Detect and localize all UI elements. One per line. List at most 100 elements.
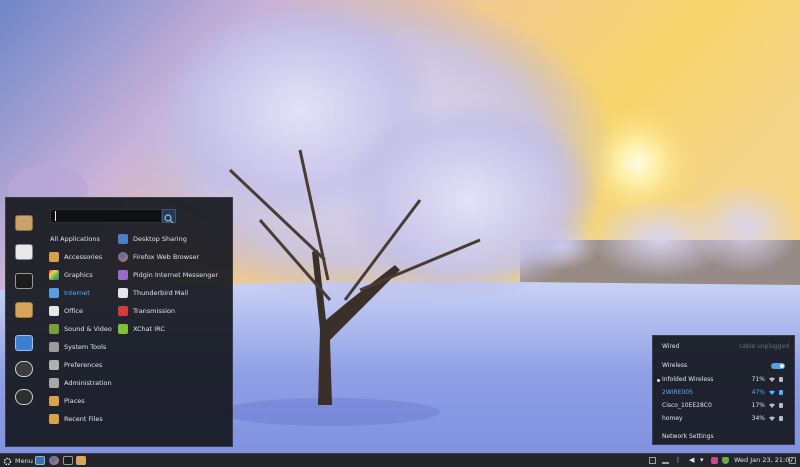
network-item[interactable]: homey 34% <box>653 413 794 425</box>
app-label: XChat IRC <box>133 325 165 333</box>
network-name: homey <box>662 415 683 422</box>
category-label: Office <box>64 307 83 315</box>
home-folder-icon[interactable] <box>15 244 33 260</box>
administration-icon <box>49 378 59 388</box>
network-name: Infolded Wireless <box>662 376 714 383</box>
app-label: Firefox Web Browser <box>133 253 200 261</box>
lock-icon <box>779 377 783 382</box>
network-strength: 17% <box>751 402 765 409</box>
internet-icon <box>49 288 59 298</box>
network-settings-item[interactable]: Network Settings <box>653 431 794 443</box>
bottom-panel: Menu ᛒ ◀ ▾ Wed Jan 23, 21:07 <box>0 453 800 467</box>
category-all-applications[interactable]: All Applications <box>50 231 100 247</box>
recent-files-folder-icon <box>49 414 59 424</box>
tray-notification-icon[interactable] <box>649 457 656 464</box>
connected-indicator-icon <box>657 379 660 382</box>
xchat-icon <box>118 324 128 334</box>
sound-video-icon <box>49 324 59 334</box>
terminal-icon[interactable] <box>15 273 33 289</box>
menu-button[interactable]: Menu <box>3 455 33 467</box>
category-label: Places <box>64 397 85 405</box>
network-name: 2WIRE005 <box>662 389 693 396</box>
category-recent-files[interactable]: Recent Files <box>49 411 103 427</box>
network-item[interactable]: Infolded Wireless 71% <box>653 374 794 386</box>
preferences-icon <box>49 360 59 370</box>
app-firefox[interactable]: Firefox Web Browser <box>118 249 199 265</box>
user-menu-icon[interactable] <box>789 457 796 464</box>
category-internet[interactable]: Internet <box>49 285 90 301</box>
network-strength: 47% <box>751 389 765 396</box>
package-icon[interactable] <box>15 215 33 231</box>
display-settings-icon[interactable] <box>15 335 33 351</box>
files-icon[interactable] <box>15 302 33 318</box>
category-label: Sound & Video <box>64 325 112 333</box>
category-label: Graphics <box>64 271 93 279</box>
category-label: Preferences <box>64 361 103 369</box>
gear-icon <box>3 457 12 465</box>
app-xchat[interactable]: XChat IRC <box>118 321 165 337</box>
accessories-icon <box>49 252 59 262</box>
terminal-launcher-icon[interactable] <box>63 456 73 465</box>
category-administration[interactable]: Administration <box>49 375 112 391</box>
network-item[interactable]: 2WIRE005 47% <box>653 387 794 399</box>
tray-volume-icon[interactable]: ◀ <box>689 457 696 464</box>
wireless-row[interactable]: Wireless <box>653 360 794 372</box>
tray-bluetooth-icon[interactable]: ᛒ <box>676 457 683 464</box>
network-menu: Wired cable unplugged Wireless Infolded … <box>652 335 795 445</box>
category-preferences[interactable]: Preferences <box>49 357 102 373</box>
network-name: Cisco_10EE28C0 <box>662 402 712 409</box>
category-label: Recent Files <box>64 415 103 423</box>
app-pidgin[interactable]: Pidgin Internet Messenger <box>118 267 218 283</box>
network-strength: 34% <box>751 415 765 422</box>
wireless-toggle[interactable] <box>771 363 785 369</box>
show-desktop-icon[interactable] <box>35 456 45 465</box>
category-sound-video[interactable]: Sound & Video <box>49 321 112 337</box>
tray-app-icon[interactable] <box>711 457 718 464</box>
wired-label: Wired <box>662 343 680 350</box>
shutdown-icon[interactable] <box>15 389 33 405</box>
places-folder-icon <box>49 396 59 406</box>
network-strength: 71% <box>751 376 765 383</box>
category-office[interactable]: Office <box>49 303 83 319</box>
wireless-label: Wireless <box>662 362 688 369</box>
application-menu: All Applications Accessories Graphics In… <box>5 197 233 447</box>
files-launcher-icon[interactable] <box>76 456 86 465</box>
category-system-tools[interactable]: System Tools <box>49 339 106 355</box>
search-icon[interactable] <box>162 209 176 224</box>
wifi-signal-icon <box>769 377 775 382</box>
category-places[interactable]: Places <box>49 393 85 409</box>
wifi-signal-icon <box>769 390 775 395</box>
system-tools-icon <box>49 342 59 352</box>
pidgin-icon <box>118 270 128 280</box>
favorites-column <box>6 198 44 446</box>
category-label: Administration <box>64 379 112 387</box>
lock-icon <box>779 416 783 421</box>
tray-keyboard-icon[interactable] <box>662 457 669 464</box>
app-transmission[interactable]: Transmission <box>118 303 175 319</box>
app-label: Thunderbird Mail <box>133 289 189 297</box>
menu-label: Menu <box>15 457 33 465</box>
lock-icon <box>779 390 783 395</box>
category-label: System Tools <box>64 343 107 351</box>
app-label: Desktop Sharing <box>133 235 187 243</box>
text-cursor <box>55 211 56 221</box>
tray-network-icon[interactable]: ▾ <box>700 457 707 464</box>
network-settings-label: Network Settings <box>662 433 714 440</box>
category-accessories[interactable]: Accessories <box>49 249 102 265</box>
logout-icon[interactable] <box>15 361 33 377</box>
category-graphics[interactable]: Graphics <box>49 267 93 283</box>
search-input[interactable] <box>50 209 162 223</box>
network-item[interactable]: Cisco_10EE28C0 17% <box>653 400 794 412</box>
firefox-icon <box>118 252 128 262</box>
office-icon <box>49 306 59 316</box>
tray-shield-icon[interactable] <box>722 457 729 464</box>
lock-icon <box>779 403 783 408</box>
graphics-icon <box>49 270 59 280</box>
app-label: Pidgin Internet Messenger <box>133 271 218 279</box>
app-desktop-sharing[interactable]: Desktop Sharing <box>118 231 187 247</box>
category-label: Accessories <box>64 253 103 261</box>
wired-row[interactable]: Wired cable unplugged <box>653 341 794 353</box>
app-thunderbird[interactable]: Thunderbird Mail <box>118 285 188 301</box>
firefox-launcher-icon[interactable] <box>49 456 59 465</box>
clock[interactable]: Wed Jan 23, 21:07 <box>734 456 793 464</box>
